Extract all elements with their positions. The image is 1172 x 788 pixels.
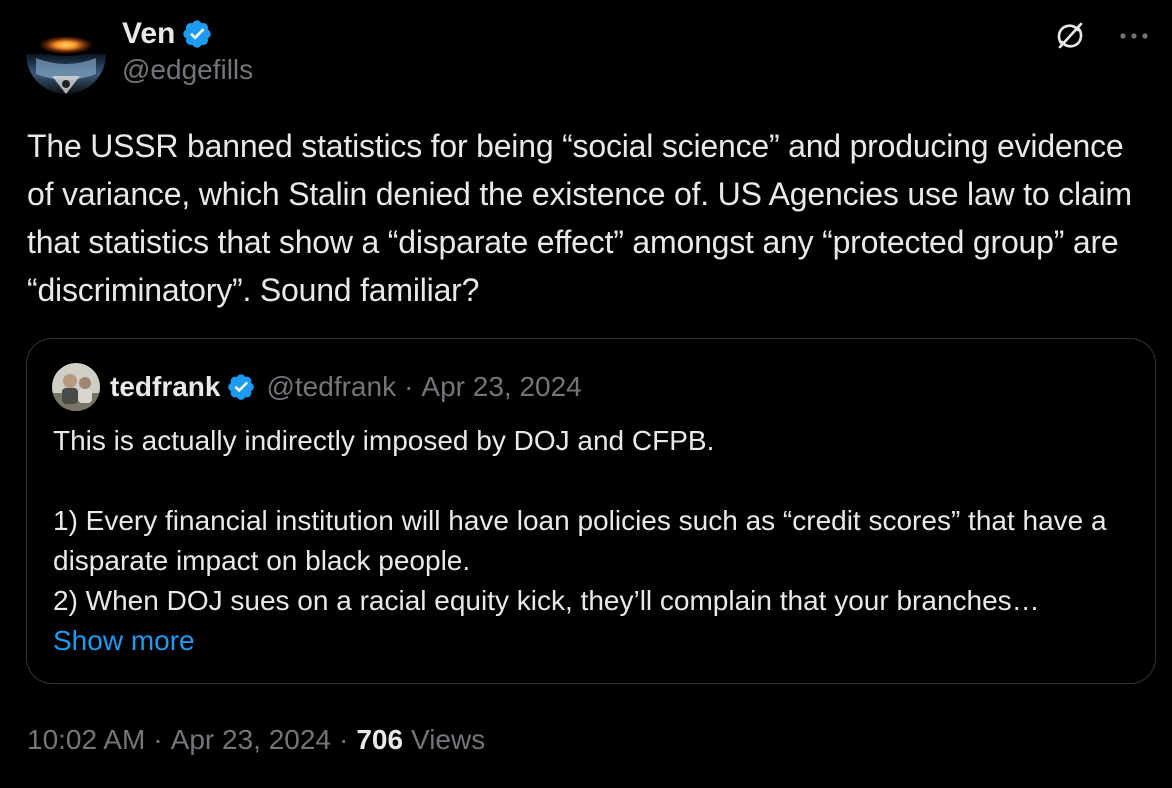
author-name[interactable]: Ven [122, 17, 175, 51]
more-button[interactable] [1114, 16, 1154, 56]
grok-icon [1057, 22, 1083, 49]
quote-date[interactable]: Apr 23, 2024 [421, 371, 581, 403]
tweet-time[interactable]: 10:02 AM [27, 724, 145, 756]
show-more-link[interactable]: Show more [53, 621, 195, 661]
tweet-date[interactable]: Apr 23, 2024 [171, 724, 331, 756]
quote-avatar[interactable] [52, 363, 100, 411]
author-name-row: Ven [122, 14, 213, 54]
views-count: 706 [356, 724, 404, 755]
tweet-detail: Ven @edgefills The USSR banned statistic… [0, 0, 1172, 788]
author-handle[interactable]: @edgefills [122, 54, 253, 86]
verified-badge-icon [183, 20, 212, 48]
quote-author-handle[interactable]: @tedfrank [266, 371, 396, 403]
meta-separator: · [338, 724, 349, 755]
quote-separator: · [404, 371, 414, 402]
meta-separator: · [153, 724, 163, 755]
quote-text: This is actually indirectly imposed by D… [53, 425, 1107, 616]
more-icon [1120, 33, 1148, 39]
grok-button[interactable] [1050, 16, 1090, 56]
views-label: Views [411, 724, 486, 755]
quote-avatar-image [52, 363, 100, 411]
verified-badge-icon [228, 374, 255, 400]
quote-author-name[interactable]: tedfrank [110, 371, 220, 403]
tweet-text: The USSR banned statistics for being “so… [27, 128, 1141, 308]
top-actions [1050, 16, 1154, 56]
quoted-tweet-card[interactable]: tedfrank @tedfrank · Apr 23, 2024 This i… [26, 338, 1156, 684]
tweet-meta: 10:02 AM · Apr 23, 2024 · 706 Views [27, 720, 485, 760]
author-avatar[interactable] [26, 14, 106, 94]
avatar-image [26, 14, 106, 94]
quote-header: tedfrank @tedfrank · Apr 23, 2024 [52, 363, 582, 411]
